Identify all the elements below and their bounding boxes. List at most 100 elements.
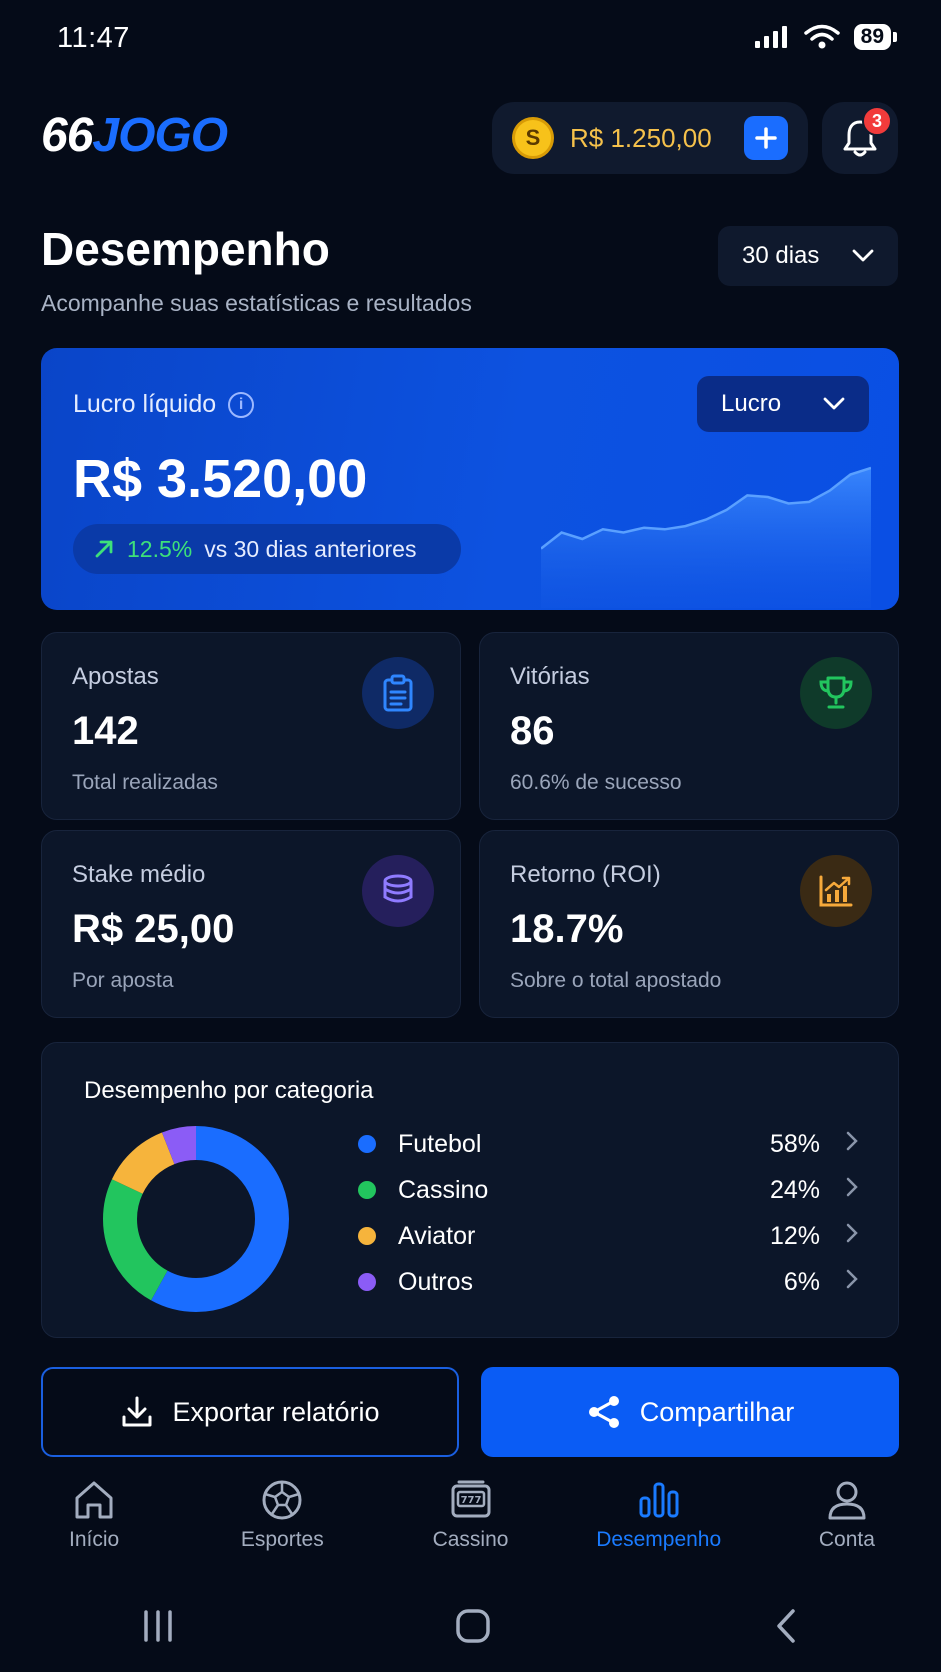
status-time: 11:47 (57, 22, 130, 54)
legend-dot (358, 1227, 376, 1245)
profit-label-row: Lucro líquido i (73, 390, 255, 419)
chevron-right-icon (846, 1131, 858, 1157)
nav-label: Início (69, 1528, 120, 1551)
stat-subtext: Por aposta (72, 969, 174, 992)
trend-percentage: 12.5% (127, 535, 193, 562)
info-icon[interactable]: i (228, 391, 255, 418)
notification-badge: 3 (862, 106, 892, 136)
chevron-down-icon (852, 249, 874, 262)
nav-item-conta[interactable]: Conta (753, 1478, 941, 1578)
coins-stack-icon (362, 855, 434, 927)
category-title: Desempenho por categoria (84, 1077, 374, 1104)
stat-label: Stake médio (72, 861, 206, 888)
category-list: Futebol 58% Cassino 24% Aviator 12% Outr… (358, 1121, 858, 1305)
trend-pill: 12.5% vs 30 dias anteriores (73, 524, 461, 574)
period-value: 30 dias (742, 242, 820, 269)
category-percentage: 6% (783, 1267, 820, 1296)
profit-label: Lucro líquido (73, 390, 217, 418)
share-button[interactable]: Compartilhar (481, 1367, 899, 1457)
nav-item-inicio[interactable]: Início (0, 1478, 188, 1578)
home-icon (75, 1481, 113, 1519)
nav-label: Cassino (432, 1528, 509, 1551)
status-icons: 89 (754, 24, 898, 50)
legend-dot (358, 1181, 376, 1199)
chevron-down-icon (823, 397, 845, 410)
signal-icon (754, 26, 787, 48)
stat-value: 86 (510, 709, 555, 753)
chart-up-icon (800, 855, 872, 927)
nav-item-desempenho[interactable]: Desempenho (565, 1478, 753, 1578)
nav-label: Conta (818, 1528, 875, 1551)
legend-dot (358, 1273, 376, 1291)
wifi-icon (803, 24, 840, 49)
export-report-button[interactable]: Exportar relatório (41, 1367, 459, 1457)
chevron-right-icon (846, 1223, 858, 1249)
add-funds-button[interactable] (744, 116, 788, 160)
category-name: Aviator (398, 1221, 476, 1250)
trophy-icon (800, 657, 872, 729)
page-title: Desempenho (41, 223, 330, 275)
slot-machine-icon: 777 (451, 1480, 490, 1518)
stat-label: Apostas (72, 663, 159, 690)
recent-apps-icon[interactable] (140, 1609, 176, 1643)
profit-value: R$ 3.520,00 (73, 449, 368, 509)
bottom-navigation: Início Esportes 777 Cassino Desempenho C… (0, 1478, 941, 1578)
app-logo[interactable]: 66JOGO (41, 108, 228, 163)
share-label: Compartilhar (639, 1396, 795, 1427)
stat-subtext: Sobre o total apostado (510, 969, 722, 992)
category-row-cassino[interactable]: Cassino 24% (358, 1167, 858, 1213)
category-row-aviator[interactable]: Aviator 12% (358, 1213, 858, 1259)
stat-subtext: 60.6% de sucesso (510, 771, 682, 794)
nav-label: Esportes (240, 1528, 324, 1551)
stat-card-wins[interactable]: Vitórias 86 60.6% de sucesso (479, 632, 899, 820)
balance-pill[interactable]: S R$ 1.250,00 (492, 102, 808, 174)
plus-icon (755, 127, 777, 149)
coin-icon: S (512, 117, 554, 159)
legend-dot (358, 1135, 376, 1153)
category-row-futebol[interactable]: Futebol 58% (358, 1121, 858, 1167)
stat-card-roi[interactable]: Retorno (ROI) 18.7% Sobre o total aposta… (479, 830, 899, 1018)
clipboard-icon (362, 657, 434, 729)
category-name: Cassino (398, 1175, 489, 1204)
category-percentage: 12% (769, 1221, 820, 1250)
chevron-right-icon (846, 1269, 858, 1295)
page-subtitle: Acompanhe suas estatísticas e resultados (41, 290, 472, 316)
home-button-icon[interactable] (455, 1608, 491, 1644)
stat-value: 18.7% (510, 907, 624, 951)
download-icon (122, 1396, 152, 1427)
sparkline-area (541, 468, 871, 608)
stat-label: Retorno (ROI) (510, 861, 661, 888)
metric-value: Lucro (721, 390, 782, 417)
category-percentage: 58% (769, 1129, 820, 1158)
nav-item-cassino[interactable]: 777 Cassino (376, 1478, 564, 1578)
stat-value: R$ 25,00 (72, 907, 235, 951)
metric-dropdown[interactable]: Lucro (697, 376, 869, 432)
chevron-right-icon (846, 1177, 858, 1203)
category-performance-card: Desempenho por categoria Futebol 58% Cas… (41, 1042, 899, 1338)
trend-comparison: vs 30 dias anteriores (204, 535, 417, 562)
category-row-outros[interactable]: Outros 6% (358, 1259, 858, 1305)
bar-chart-icon (639, 1482, 679, 1518)
stat-label: Vitórias (510, 663, 590, 690)
system-navigation-bar (0, 1596, 941, 1656)
stat-subtext: Total realizadas (72, 771, 218, 794)
category-name: Outros (398, 1267, 474, 1296)
nav-item-esportes[interactable]: Esportes (188, 1478, 376, 1578)
share-icon (588, 1396, 619, 1428)
stat-card-average-stake[interactable]: Stake médio R$ 25,00 Por aposta (41, 830, 461, 1018)
logo-part-2: JOGO (92, 109, 228, 162)
nav-label: Desempenho (596, 1528, 722, 1551)
balance-amount: R$ 1.250,00 (570, 122, 712, 153)
category-name: Futebol (398, 1129, 482, 1158)
category-percentage: 24% (769, 1175, 820, 1204)
back-icon[interactable] (771, 1608, 801, 1644)
net-profit-card: Lucro líquido i R$ 3.520,00 12.5% vs 30 … (41, 348, 899, 610)
soccer-ball-icon (262, 1480, 302, 1520)
logo-part-1: 66 (41, 109, 93, 162)
period-dropdown[interactable]: 30 dias (718, 226, 898, 286)
stat-card-bets[interactable]: Apostas 142 Total realizadas (41, 632, 461, 820)
notifications-button[interactable]: 3 (822, 102, 898, 174)
svg-text:777: 777 (460, 1495, 481, 1506)
profit-sparkline (541, 466, 871, 608)
category-donut-chart (103, 1126, 289, 1312)
